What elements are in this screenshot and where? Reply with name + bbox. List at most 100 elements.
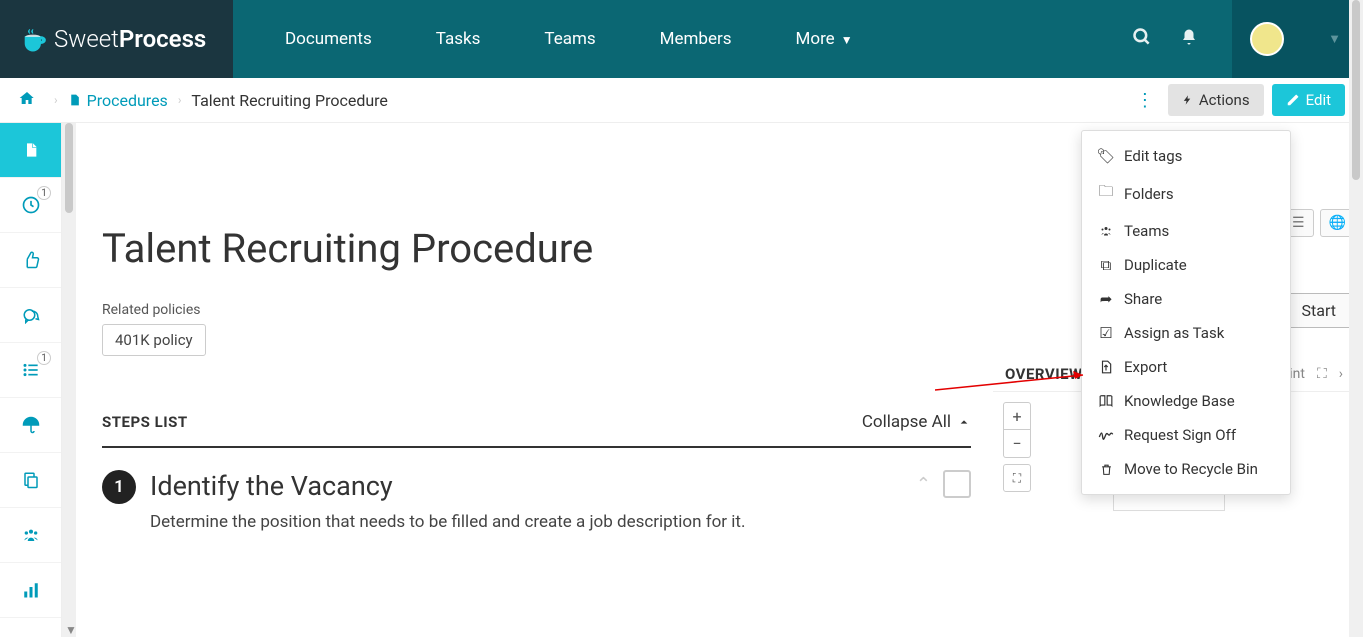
menu-recycle-bin[interactable]: Move to Recycle Bin xyxy=(1082,452,1290,486)
sidebar-doc[interactable] xyxy=(0,123,61,178)
policy-chip[interactable]: 401K policy xyxy=(102,324,206,356)
breadcrumb-procedures[interactable]: Procedures xyxy=(68,91,168,110)
step-controls: ⌃ xyxy=(916,470,971,498)
bolt-icon xyxy=(1182,92,1193,108)
scroll-track-right[interactable] xyxy=(1349,0,1363,637)
folder-icon: 🗀 xyxy=(1098,181,1114,206)
collapse-all[interactable]: Collapse All xyxy=(862,412,971,432)
menu-assign-task[interactable]: ☑Assign as Task xyxy=(1082,316,1290,350)
book-icon xyxy=(1098,394,1114,408)
tag-icon: 🏷 xyxy=(1098,147,1114,165)
sidebar-comments[interactable] xyxy=(0,288,61,343)
related-policies-label: Related policies xyxy=(102,302,975,318)
search-icon[interactable] xyxy=(1132,27,1152,51)
file-icon xyxy=(68,92,81,108)
overview-title: OVERVIEW xyxy=(1005,365,1083,383)
nav-documents[interactable]: Documents xyxy=(253,29,404,49)
menu-share[interactable]: ➦Share xyxy=(1082,282,1290,316)
logo-text: SweetProcess xyxy=(54,25,206,53)
menu-export[interactable]: Export xyxy=(1082,350,1290,384)
zoom-fit[interactable]: ⛶ xyxy=(1003,464,1031,492)
sidebar-team[interactable] xyxy=(0,508,61,563)
thumbs-up-icon xyxy=(22,251,40,269)
team-icon xyxy=(1098,225,1114,237)
sidebar-thumbs[interactable] xyxy=(0,233,61,288)
nav-members[interactable]: Members xyxy=(628,29,764,49)
sidebar-stats[interactable] xyxy=(0,563,61,618)
doc-icon xyxy=(23,140,39,160)
copy-icon: ⧉ xyxy=(1098,256,1114,274)
step-checkbox[interactable] xyxy=(943,470,971,498)
steps-panel: STEPS LIST Collapse All 1 Identify the V… xyxy=(98,394,975,550)
step-number: 1 xyxy=(102,470,136,504)
start-button[interactable]: Start xyxy=(1283,293,1355,328)
avatar xyxy=(1250,22,1284,56)
breadcrumb-sep: › xyxy=(54,93,58,107)
actions-button[interactable]: Actions xyxy=(1168,84,1264,116)
chevron-right-icon[interactable]: › xyxy=(1339,366,1343,382)
menu-folders[interactable]: 🗀Folders xyxy=(1082,173,1290,214)
zoom-in[interactable]: + xyxy=(1003,402,1031,430)
main-column: Talent Recruiting Procedure Related poli… xyxy=(76,123,993,637)
team-icon xyxy=(20,527,42,543)
breadcrumb-sep: › xyxy=(178,93,182,107)
share-icon: ➦ xyxy=(1098,290,1114,308)
sidebar-history[interactable]: 1 xyxy=(0,178,61,233)
page-title: Talent Recruiting Procedure xyxy=(102,225,975,272)
breadcrumb-actions: ⋮ Actions Edit xyxy=(1130,84,1345,116)
user-menu[interactable]: ▼ xyxy=(1232,0,1363,78)
header-right: ▼ xyxy=(1118,0,1363,78)
badge: 1 xyxy=(37,186,51,200)
logo-cup-icon xyxy=(22,26,48,52)
steps-header: STEPS LIST Collapse All xyxy=(102,412,971,448)
chart-icon xyxy=(22,581,40,599)
umbrella-icon xyxy=(21,416,41,434)
zoom-controls: + − ⛶ xyxy=(1003,402,1031,492)
breadcrumb-current: Talent Recruiting Procedure xyxy=(191,91,388,110)
chevron-down-icon: ▼ xyxy=(841,33,853,47)
clock-icon xyxy=(21,195,41,215)
nav-tasks[interactable]: Tasks xyxy=(404,29,513,49)
top-nav: Documents Tasks Teams Members More▼ xyxy=(233,0,1118,78)
chevron-up-icon xyxy=(957,417,971,427)
check-icon: ☑ xyxy=(1098,324,1114,342)
title-panel: Talent Recruiting Procedure Related poli… xyxy=(98,195,975,386)
sidebar-copy[interactable] xyxy=(0,453,61,508)
badge: 1 xyxy=(37,351,51,365)
step-body: Identify the Vacancy Determine the posit… xyxy=(150,470,902,532)
copy-icon xyxy=(22,470,40,490)
zoom-out[interactable]: − xyxy=(1003,430,1031,458)
step-desc: Determine the position that needs to be … xyxy=(150,512,902,532)
step-row: 1 Identify the Vacancy Determine the pos… xyxy=(102,448,971,532)
comments-icon xyxy=(21,306,41,324)
edit-button[interactable]: Edit xyxy=(1272,84,1345,116)
trash-icon xyxy=(1098,462,1114,477)
signature-icon xyxy=(1098,429,1114,441)
home-icon[interactable] xyxy=(18,90,36,110)
nav-teams[interactable]: Teams xyxy=(512,29,627,49)
chevron-up-icon[interactable]: ⌃ xyxy=(916,474,931,495)
nav-more[interactable]: More▼ xyxy=(764,29,885,49)
edit-icon xyxy=(1286,93,1300,107)
menu-knowledge-base[interactable]: Knowledge Base xyxy=(1082,384,1290,418)
sidebar-umbrella[interactable] xyxy=(0,398,61,453)
menu-edit-tags[interactable]: 🏷Edit tags xyxy=(1082,139,1290,173)
list-icon xyxy=(21,362,41,378)
menu-request-sign-off[interactable]: Request Sign Off xyxy=(1082,418,1290,452)
chevron-down-icon: ▼ xyxy=(1328,31,1341,47)
step-title: Identify the Vacancy xyxy=(150,470,902,502)
breadcrumb-bar: › Procedures › Talent Recruiting Procedu… xyxy=(0,78,1363,123)
steps-list-label: STEPS LIST xyxy=(102,413,188,431)
logo[interactable]: SweetProcess xyxy=(0,0,233,78)
bell-icon[interactable] xyxy=(1180,27,1198,51)
menu-teams[interactable]: Teams xyxy=(1082,214,1290,248)
more-dots-icon[interactable]: ⋮ xyxy=(1130,90,1160,111)
menu-duplicate[interactable]: ⧉Duplicate xyxy=(1082,248,1290,282)
sidebar: 1 1 xyxy=(0,123,62,637)
sidebar-tasks[interactable]: 1 xyxy=(0,343,61,398)
scroll-track-left[interactable]: ▼ xyxy=(62,123,76,637)
actions-dropdown: 🏷Edit tags 🗀Folders Teams ⧉Duplicate ➦Sh… xyxy=(1081,130,1291,495)
expand-icon[interactable]: ⛶ xyxy=(1317,366,1327,382)
export-icon xyxy=(1098,359,1114,375)
header: SweetProcess Documents Tasks Teams Membe… xyxy=(0,0,1363,78)
